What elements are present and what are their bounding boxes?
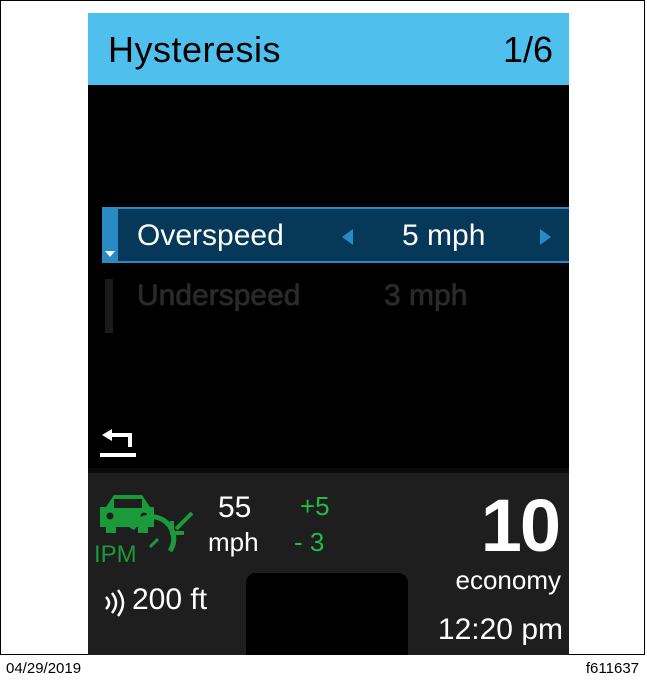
info-panel xyxy=(246,573,408,655)
clock: 12:20 pm xyxy=(437,613,563,646)
underspeed-value: 3 mph xyxy=(384,279,468,312)
increase-arrow-icon[interactable] xyxy=(540,229,551,245)
header-bar: Hysteresis 1/6 xyxy=(88,13,569,85)
drive-mode: economy xyxy=(455,565,562,595)
radar-signal-icon xyxy=(105,589,125,617)
ipm-label: IPM xyxy=(94,541,137,568)
decrease-arrow-icon[interactable] xyxy=(342,229,353,245)
following-distance: 200 ft xyxy=(132,583,208,616)
overspeed-offset: +5 xyxy=(300,491,330,521)
page-indicator: 1/6 xyxy=(502,29,553,70)
display-screen: Hysteresis 1/6 Overspeed 5 mph Underspee… xyxy=(88,13,569,655)
underspeed-label[interactable]: Underspeed xyxy=(137,279,300,313)
scroll-down-icon xyxy=(105,251,115,257)
scroll-track xyxy=(105,279,113,333)
page-title: Hysteresis xyxy=(108,29,282,70)
set-speed-unit: mph xyxy=(208,527,259,557)
gear-number: 10 xyxy=(480,484,561,567)
set-speed-value: 55 xyxy=(218,491,252,524)
overspeed-value: 5 mph xyxy=(402,219,486,252)
back-arrow-icon[interactable] xyxy=(98,427,138,461)
underspeed-offset: - 3 xyxy=(294,527,325,557)
figure-code: f611637 xyxy=(585,660,639,677)
figure-date: 04/29/2019 xyxy=(6,660,82,677)
overspeed-label: Overspeed xyxy=(137,219,284,252)
